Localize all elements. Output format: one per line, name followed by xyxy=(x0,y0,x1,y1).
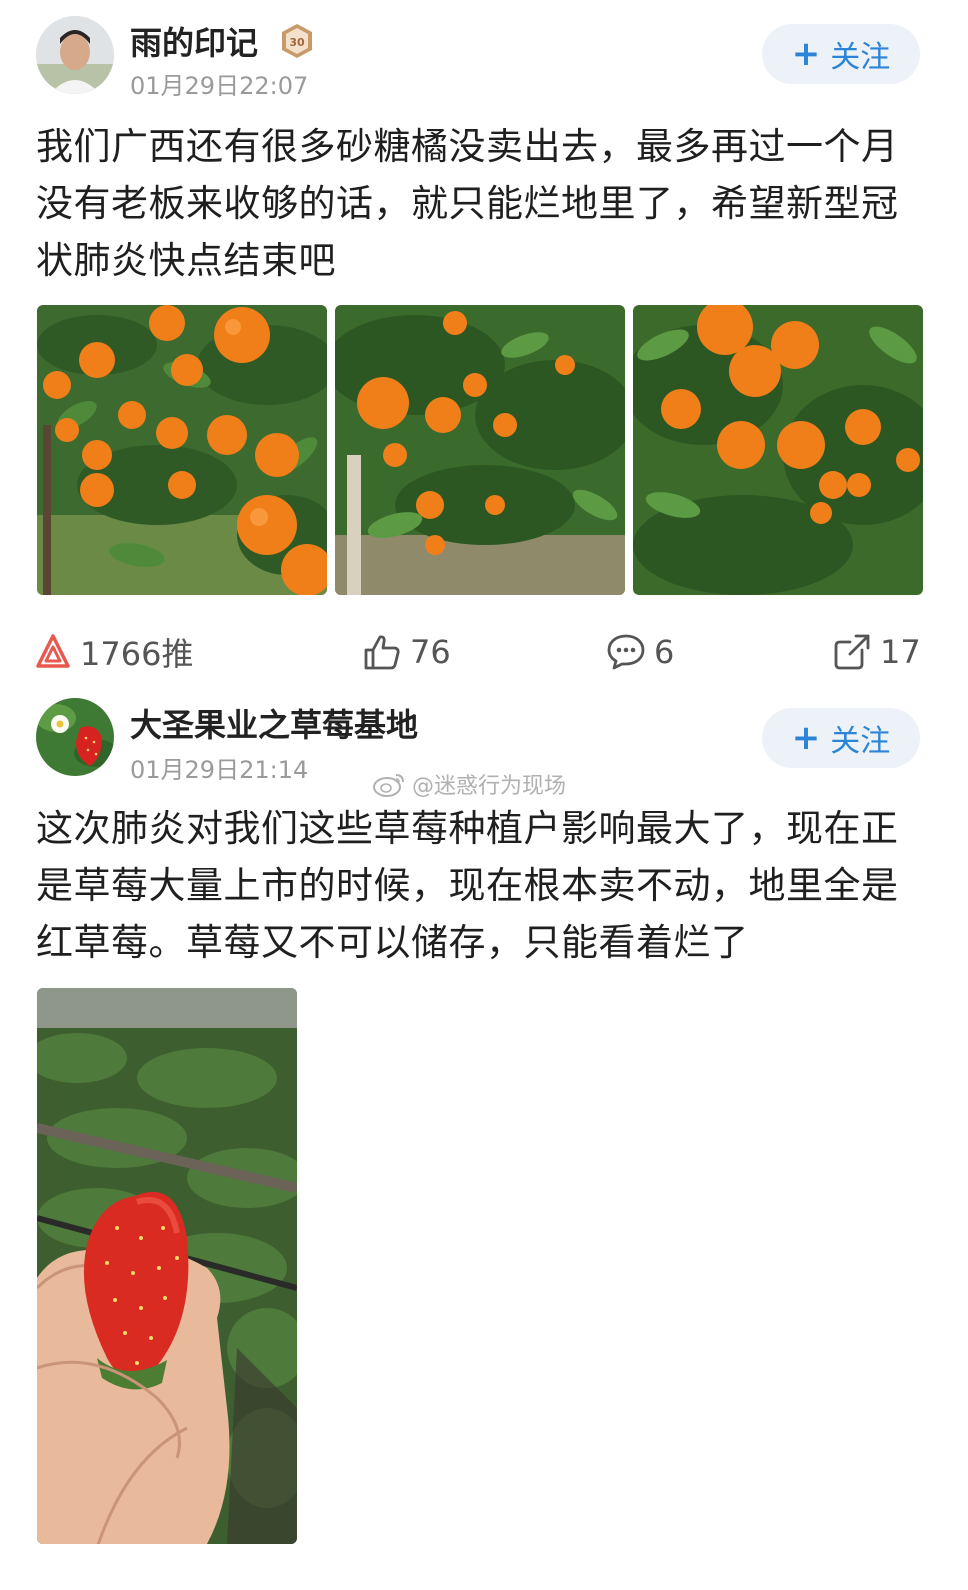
orange-tree-photo[interactable] xyxy=(335,305,625,595)
like-button[interactable]: 76 xyxy=(362,630,451,674)
tui-icon xyxy=(36,634,70,668)
username[interactable]: 雨的印记 xyxy=(130,18,258,64)
follow-label: 关注 xyxy=(830,724,891,759)
plus-icon: + xyxy=(791,718,821,758)
watermark-text: @迷惑行为现场 xyxy=(412,774,567,799)
user-avatar[interactable] xyxy=(36,698,114,776)
share-icon xyxy=(834,634,870,670)
tui-button[interactable]: 1766推 xyxy=(34,630,193,674)
follow-button[interactable]: + 关注 xyxy=(762,708,920,768)
like-count: 76 xyxy=(410,633,451,671)
tui-count: 1766推 xyxy=(80,635,194,673)
orange-tree-photo[interactable] xyxy=(37,305,327,595)
post-text: 这次肺炎对我们这些草莓种植户影响最大了，现在正是草莓大量上市的时候，现在根本卖不… xyxy=(36,807,899,964)
follow-label: 关注 xyxy=(830,40,891,75)
action-bar: 1766推 76 6 17 xyxy=(0,622,968,682)
share-button[interactable]: 17 xyxy=(832,630,921,674)
badge-level-text: 30 xyxy=(289,36,305,49)
comment-icon xyxy=(607,634,645,670)
user-avatar[interactable] xyxy=(36,16,114,94)
user-level-badge-icon: 30 xyxy=(278,22,316,60)
weibo-logo-icon xyxy=(373,774,404,797)
follow-button[interactable]: + 关注 xyxy=(762,24,920,84)
share-count: 17 xyxy=(880,633,921,671)
comment-count: 6 xyxy=(654,633,675,671)
username[interactable]: 大圣果业之草莓基地 xyxy=(130,700,418,746)
plus-icon: + xyxy=(791,34,821,74)
thumbs-up-icon xyxy=(364,635,400,670)
post-time: 01月29日22:07 xyxy=(130,72,309,100)
strawberry-photo[interactable] xyxy=(37,988,297,1544)
watermark: @迷惑行为现场 xyxy=(372,768,566,800)
post-text: 我们广西还有很多砂糖橘没卖出去，最多再过一个月没有老板来收够的话，就只能烂地里了… xyxy=(36,125,899,282)
orange-tree-photo[interactable] xyxy=(633,305,923,595)
comment-button[interactable]: 6 xyxy=(606,630,674,674)
post-time: 01月29日21:14 xyxy=(130,756,309,784)
